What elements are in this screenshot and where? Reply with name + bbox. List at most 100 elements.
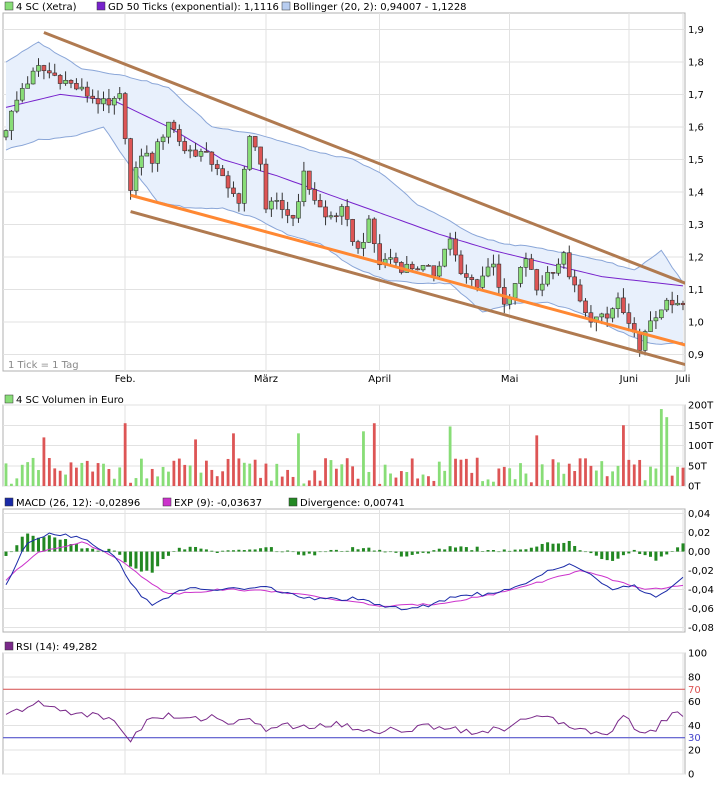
boll-legend-label: Bollinger (20, 2): 0,94007 - 1,1228	[293, 2, 467, 13]
candle	[491, 263, 496, 268]
volume-bar	[573, 471, 577, 486]
divergence-bar	[188, 546, 192, 552]
divergence-bar	[302, 551, 306, 556]
volume-bar	[497, 468, 501, 486]
candle	[534, 269, 540, 291]
candle	[572, 276, 577, 286]
volume-legend-swatch	[4, 394, 14, 404]
divergence-bar	[259, 548, 263, 552]
candle	[675, 302, 680, 306]
volume-bar	[551, 459, 555, 486]
candle	[393, 257, 399, 263]
volume-bar	[275, 463, 279, 486]
divergence-bar	[248, 549, 252, 552]
candle	[566, 252, 572, 278]
candle	[361, 242, 366, 249]
volume-bar	[443, 470, 447, 486]
candle	[3, 130, 9, 138]
divergence-bar	[367, 547, 371, 552]
y-tick-label: 70	[688, 685, 701, 696]
divergence-bar	[605, 551, 609, 561]
divergence-bar	[112, 550, 116, 552]
volume-bar	[562, 473, 566, 486]
volume-bar	[659, 409, 663, 486]
x-tick-label: März	[254, 374, 278, 385]
y-tick-label: 1,8	[688, 57, 704, 68]
volume-bar	[681, 467, 685, 486]
divergence-bar	[508, 550, 512, 552]
divergence-bar	[210, 550, 214, 552]
divergence-bar	[275, 551, 279, 553]
candle	[122, 93, 128, 139]
volume-bar	[199, 472, 203, 486]
divergence-bar	[378, 549, 382, 552]
divergence-bar	[562, 542, 566, 552]
divergence-bar	[676, 547, 680, 552]
candle	[187, 149, 193, 152]
candle	[225, 175, 231, 189]
volume-bar	[112, 478, 116, 486]
volume-bar	[134, 478, 138, 486]
y-tick-label: 0	[688, 770, 694, 781]
volume-bar	[356, 478, 360, 486]
volume-bar	[383, 464, 387, 486]
divergence-bar	[524, 549, 528, 552]
divergence-bar	[296, 551, 300, 555]
y-tick-label: 50T	[688, 461, 708, 472]
candle	[583, 300, 588, 314]
divergence-bar	[519, 549, 523, 552]
volume-bar	[129, 482, 132, 486]
divergence-bar	[573, 545, 577, 552]
candle	[263, 163, 269, 210]
candle	[139, 155, 144, 168]
candle	[144, 152, 150, 157]
divergence-bar	[134, 551, 138, 569]
volume-bar	[578, 458, 582, 486]
divergence-bar	[470, 550, 474, 552]
y-tick-label: -0,08	[688, 623, 714, 634]
volume-bar	[253, 459, 257, 486]
volume-bar	[567, 463, 571, 486]
volume-bar	[367, 471, 371, 486]
divergence-bar	[600, 551, 604, 560]
candle	[258, 146, 263, 165]
y-tick-label: -0,04	[688, 585, 714, 596]
candle	[388, 257, 393, 260]
divergence-bar	[432, 550, 436, 552]
candle	[420, 265, 426, 271]
divergence-bar	[53, 537, 57, 552]
divergence-legend-label: Divergence: 0,00741	[300, 498, 405, 509]
volume-bar	[399, 471, 403, 486]
candle	[182, 141, 188, 152]
volume-bar	[140, 458, 143, 486]
volume-bar	[156, 476, 160, 486]
volume-bar	[269, 480, 273, 486]
volume-bar	[64, 474, 67, 486]
candle	[371, 218, 377, 245]
volume-bar	[26, 462, 30, 486]
divergence-bar	[464, 547, 468, 552]
candle	[242, 168, 247, 204]
volume-bar	[167, 471, 170, 486]
y-tick-label: 1,4	[688, 188, 704, 199]
candle	[323, 206, 328, 218]
divergence-bar	[405, 551, 409, 557]
candle	[63, 79, 68, 84]
exp-legend-label: EXP (9): -0,03637	[174, 498, 262, 509]
y-tick-label: 30	[688, 733, 701, 744]
divergence-bar	[389, 551, 393, 553]
candle	[220, 168, 225, 177]
volume-bar	[118, 467, 122, 486]
candle	[334, 215, 339, 218]
divergence-bar	[15, 545, 19, 552]
volume-legend-label: 4 SC Volumen in Euro	[16, 395, 124, 406]
x-tick-label: Feb.	[115, 374, 136, 385]
volume-bar	[47, 458, 51, 486]
candle	[523, 258, 529, 268]
candle	[355, 241, 361, 249]
volume-bar	[291, 476, 295, 486]
y-tick-label: 1,1	[688, 285, 704, 296]
y-tick-label: 1,6	[688, 122, 704, 133]
divergence-bar	[556, 543, 560, 552]
volume-bar	[605, 476, 609, 486]
